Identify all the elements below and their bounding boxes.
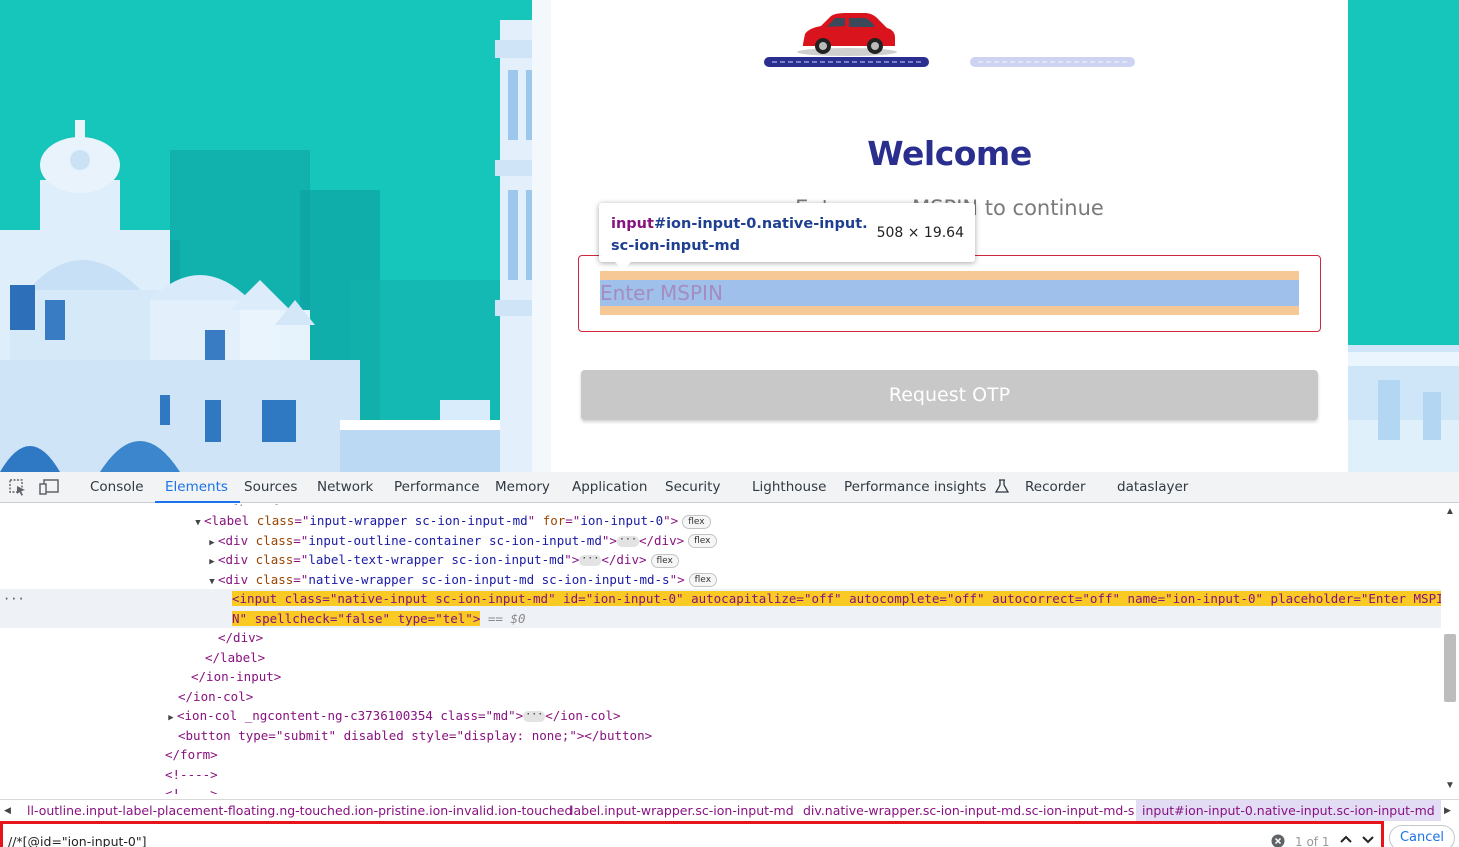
ellipsis-icon[interactable]: ··· [523, 710, 546, 722]
step-indicator-inactive [970, 57, 1135, 67]
tab-memory[interactable]: Memory [495, 472, 550, 503]
dom-row-close-form[interactable]: </form> [165, 745, 218, 765]
breadcrumb-item-ion-input[interactable]: ll-outline.input-label-placement-floatin… [27, 800, 572, 821]
flex-badge[interactable]: flex [682, 514, 711, 529]
dom-row-comment[interactable]: <!----> [165, 784, 218, 794]
flex-badge[interactable]: flex [650, 553, 679, 568]
step-indicator-active [764, 57, 929, 67]
dom-row-close-label[interactable]: </label> [205, 648, 265, 668]
tab-recorder[interactable]: Recorder [1025, 472, 1086, 503]
dom-row-input-line1[interactable]: <input class="native-input sc-ion-input-… [232, 589, 1441, 609]
request-otp-button[interactable]: Request OTP [581, 370, 1318, 420]
dom-row-ion-col-md[interactable]: ▶ <ion-col _ngcontent-ng-c3736100354 clas… [165, 706, 620, 729]
mspin-input-container[interactable] [578, 255, 1321, 332]
chevron-down-icon[interactable] [1360, 832, 1376, 846]
dom-row-label-text-div[interactable]: ▶ <div class="label-text-wrapper sc-ion-i… [206, 550, 679, 570]
flex-badge[interactable]: flex [688, 573, 718, 587]
cancel-search-button[interactable]: Cancel [1389, 825, 1455, 847]
tab-network[interactable]: Network [317, 472, 373, 503]
search-result-count: 1 of 1 [1295, 835, 1330, 847]
tab-security[interactable]: Security [665, 472, 720, 503]
scroll-up-icon[interactable]: ▲ [1445, 506, 1455, 517]
dom-row-outline-div[interactable]: ▶ <div class="input-outline-container sc-… [206, 531, 717, 551]
dom-row-input-line2[interactable]: N" spellcheck="false" type="tel"> == $0 [232, 609, 526, 629]
flask-icon [994, 479, 1009, 493]
dom-row-close-ion-col[interactable]: </ion-col> [178, 687, 253, 707]
tab-performance-insights-label: Performance insights [844, 479, 987, 495]
breadcrumb-scroll-right-icon[interactable]: ▶ [1444, 800, 1451, 821]
inspector-tooltip-selector: input#ion-input-0.native-input.sc-ion-in… [611, 216, 868, 254]
chevron-up-icon[interactable] [1338, 832, 1354, 846]
tab-performance[interactable]: Performance [394, 472, 480, 503]
tab-elements[interactable]: Elements [155, 472, 240, 503]
car-icon [797, 13, 897, 56]
device-toolbar-icon[interactable] [39, 478, 59, 496]
dom-row-button[interactable]: <button type="submit" disabled style="di… [178, 726, 652, 746]
app-viewport: Welcome Enter your MSPIN to continue Req… [0, 0, 1459, 472]
devtools-tabbar: Console Elements Sources Network Perform… [0, 472, 1459, 503]
collapse-triangle-icon[interactable]: ▶ [165, 709, 177, 729]
inspector-tooltip-dimensions: 508 × 19.64 [876, 225, 964, 241]
skyline-illustration-right [1348, 0, 1459, 472]
mspin-input[interactable] [600, 280, 1299, 306]
more-options-icon[interactable]: ··· [3, 592, 25, 606]
dom-row-native-wrapper[interactable]: ▼ <div class="native-wrapper sc-ion-input… [206, 570, 718, 590]
clear-search-icon[interactable] [1271, 834, 1285, 847]
tab-dataslayer[interactable]: dataslayer [1117, 472, 1188, 503]
inspect-element-icon[interactable] [8, 478, 28, 496]
expand-triangle-icon[interactable]: ▼ [192, 514, 204, 534]
welcome-title: Welcome [867, 134, 1032, 173]
breadcrumb: ◀ ll-outline.input-label-placement-float… [0, 799, 1459, 821]
devtools-search-bar: 1 of 1 Cancel [0, 821, 1459, 847]
flex-badge[interactable]: flex [688, 534, 717, 548]
inspector-content-highlight [600, 280, 1299, 306]
breadcrumb-item-input[interactable]: input#ion-input-0.native-input.sc-ion-in… [1136, 800, 1441, 821]
breadcrumb-item-native-wrapper[interactable]: div.native-wrapper.sc-ion-input-md.sc-io… [803, 800, 1134, 821]
breadcrumb-scroll-left-icon[interactable]: ◀ [4, 800, 11, 821]
tab-sources[interactable]: Sources [244, 472, 297, 503]
screen: Welcome Enter your MSPIN to continue Req… [0, 0, 1459, 847]
dom-vertical-scrollbar[interactable]: ▲ ▼ [1441, 504, 1459, 794]
tab-lighthouse[interactable]: Lighthouse [752, 472, 826, 503]
scrollbar-thumb[interactable] [1444, 634, 1456, 702]
tooltip-arrow [615, 262, 631, 270]
dom-row-comment[interactable]: <!----> [165, 765, 218, 785]
tab-console[interactable]: Console [90, 472, 144, 503]
tab-application[interactable]: Application [572, 472, 647, 503]
dom-row-close-div[interactable]: </div> [218, 628, 263, 648]
dom-tree: <!----> ▼<label class="input-wrapper sc-… [0, 504, 1441, 794]
skyline-illustration-left [0, 0, 551, 472]
search-highlight-frame: 1 of 1 [0, 821, 1384, 847]
dom-row-close-ion-input[interactable]: </ion-input> [191, 667, 281, 687]
breadcrumb-item-label[interactable]: label.input-wrapper.sc-ion-input-md [570, 800, 794, 821]
tab-performance-insights[interactable]: Performance insights [844, 472, 1009, 503]
scroll-down-icon[interactable]: ▼ [1445, 780, 1455, 791]
ellipsis-icon[interactable]: ··· [579, 554, 602, 566]
dom-row-label[interactable]: ▼ <label class="input-wrapper sc-ion-inpu… [192, 511, 711, 531]
xpath-search-input[interactable] [8, 833, 1188, 847]
ellipsis-icon[interactable]: ··· [616, 534, 639, 547]
devtools-panel: Console Elements Sources Network Perform… [0, 472, 1459, 847]
inspector-tooltip: input#ion-input-0.native-input.sc-ion-in… [599, 203, 975, 270]
